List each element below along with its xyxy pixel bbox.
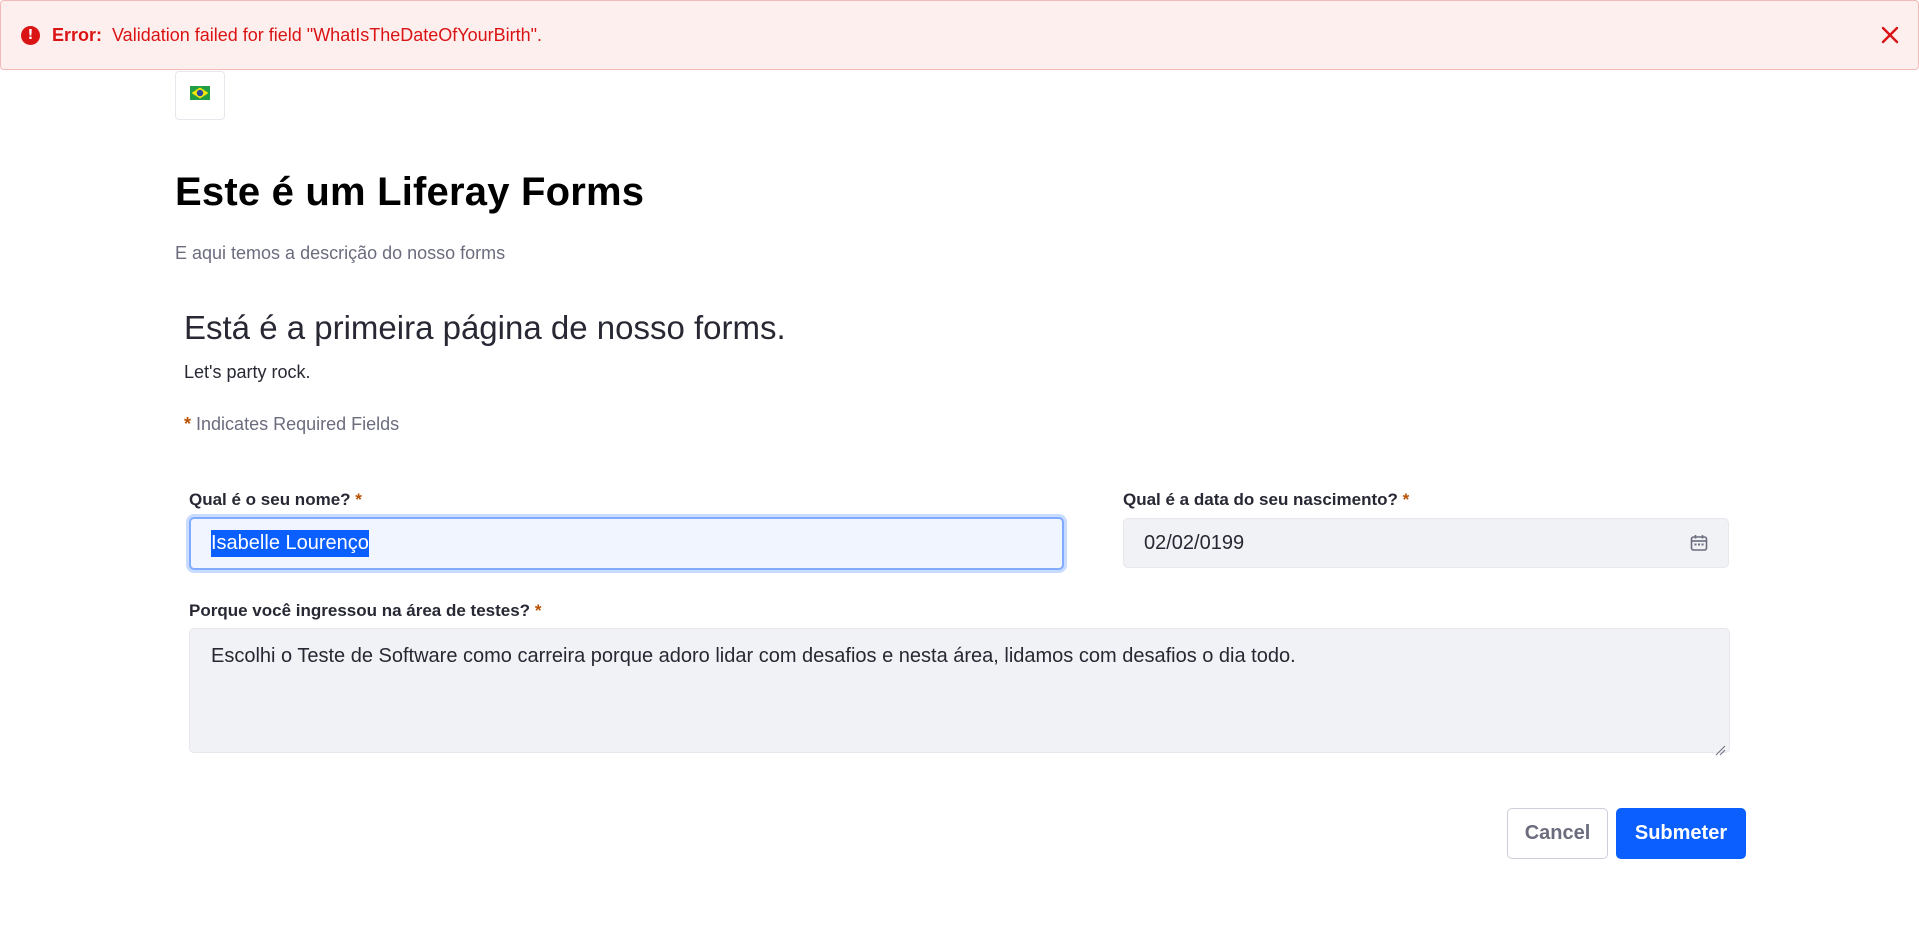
name-label-text: Qual é o seu nome? [189,490,351,509]
resize-handle-icon[interactable] [1714,737,1726,756]
name-input-value: Isabelle Lourenço [211,530,369,557]
error-alert: ! Error: Validation failed for field "Wh… [0,0,1919,70]
close-icon[interactable] [1878,23,1902,47]
reason-textarea[interactable]: Escolhi o Teste de Software como carreir… [189,628,1730,756]
language-selector-button[interactable] [175,71,225,120]
birth-date-field-label: Qual é a data do seu nascimento? * [1123,490,1409,510]
reason-field-label: Porque você ingressou na área de testes?… [189,601,541,621]
name-input[interactable]: Isabelle Lourenço [189,517,1064,570]
alert-message: Validation failed for field "WhatIsTheDa… [112,24,543,45]
calendar-icon[interactable] [1690,534,1708,552]
required-star: * [1402,490,1410,509]
reason-label-text: Porque você ingressou na área de testes? [189,601,531,620]
exclamation-circle-icon: ! [21,25,40,45]
brazil-flag-icon [190,86,210,105]
page-title: Está é a primeira página de nosso forms. [184,309,786,346]
required-star: * [184,414,192,434]
cancel-button[interactable]: Cancel [1507,808,1608,859]
birth-date-label-text: Qual é a data do seu nascimento? [1123,490,1398,509]
page-description: Let's party rock. [184,362,311,382]
form-title: Este é um Liferay Forms [175,170,645,214]
submit-button[interactable]: Submeter [1616,808,1746,859]
required-fields-note: * Indicates Required Fields [184,414,399,435]
required-star: * [355,490,362,509]
required-star: * [534,601,542,620]
required-note-text: Indicates Required Fields [196,414,400,434]
birth-date-input[interactable]: 02/02/0199 [1123,518,1729,568]
form-description: E aqui temos a descrição do nosso forms [175,243,506,263]
alert-lead: Error: [52,24,103,45]
name-field-label: Qual é o seu nome? * [189,490,362,510]
birth-date-value: 02/02/0199 [1144,531,1245,554]
reason-value: Escolhi o Teste de Software como carreir… [211,645,1296,667]
